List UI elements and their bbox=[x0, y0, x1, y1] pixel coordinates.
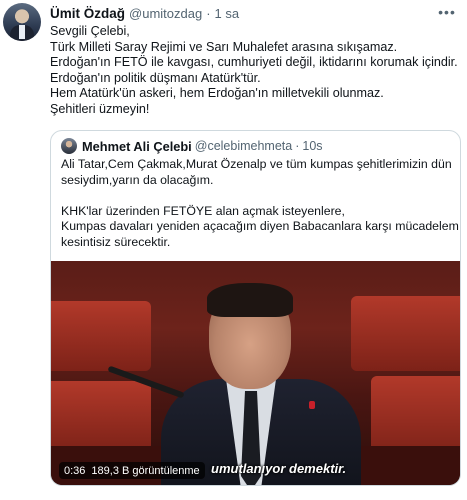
quote-line: sesiydim,yarın da olacağım. bbox=[61, 172, 214, 187]
tweet-line: Türk Milleti Saray Rejimi ve Sarı Muhale… bbox=[50, 39, 398, 54]
parliament-seat bbox=[51, 381, 151, 451]
quote-line bbox=[61, 188, 456, 204]
video-views: 189,3 B görüntülenme bbox=[91, 464, 200, 477]
tweet-line: Erdoğan'ın politik düşmanı Atatürk'tür. bbox=[50, 70, 261, 85]
video-subtitle: umutlanıyor demektir. bbox=[211, 461, 347, 476]
tweet[interactable]: Ümit Özdağ @umitozdag · 1 sa ••• Sevgili… bbox=[0, 0, 467, 500]
tweet-time[interactable]: 1 sa bbox=[215, 6, 240, 21]
quote-line: Ali Tatar,Cem Çakmak,Murat Özenalp ve tü… bbox=[61, 157, 452, 171]
quoted-tweet[interactable]: Mehmet Ali Çelebi @celebimehmeta · 10s A… bbox=[50, 130, 461, 486]
tweet-header: Ümit Özdağ @umitozdag · 1 sa bbox=[50, 4, 239, 22]
quote-avatar bbox=[61, 138, 77, 154]
tweet-line: Hem Atatürk'ün askeri, hem Erdoğan'ın mi… bbox=[50, 86, 384, 100]
parliament-seat bbox=[371, 376, 460, 456]
video-info-badge: 0:36 189,3 B görüntülenme bbox=[59, 462, 205, 479]
separator-dot: · bbox=[295, 139, 300, 153]
avatar[interactable] bbox=[3, 3, 41, 41]
avatar-shirt bbox=[19, 25, 25, 39]
author-handle[interactable]: @umitozdag bbox=[129, 6, 202, 21]
quote-author-handle: @celebimehmeta bbox=[194, 139, 293, 153]
quote-line: Kumpas davaları yeniden açacağım diyen B… bbox=[61, 219, 459, 233]
tweet-line: Sevgili Çelebi, bbox=[50, 24, 130, 38]
video-player[interactable]: 0:36 189,3 B görüntülenme umutlanıyor de… bbox=[51, 261, 460, 485]
separator-dot: · bbox=[206, 5, 211, 21]
tweet-line: Erdoğan'ın FETÖ ile kavgası, cumhuriyeti… bbox=[50, 55, 458, 69]
parliament-seat bbox=[51, 301, 151, 371]
speaker-hair bbox=[207, 283, 293, 317]
more-horizontal-icon[interactable]: ••• bbox=[437, 3, 457, 21]
author-name[interactable]: Ümit Özdağ bbox=[50, 6, 125, 21]
lapel-pin bbox=[309, 401, 315, 409]
parliament-seat bbox=[351, 296, 460, 371]
quote-text: Ali Tatar,Cem Çakmak,Murat Özenalp ve tü… bbox=[61, 157, 459, 250]
quote-header: Mehmet Ali Çelebi @celebimehmeta · 10s bbox=[61, 137, 323, 155]
quote-line: KHK'lar üzerinden FETÖYE alan açmak iste… bbox=[61, 203, 345, 218]
tweet-line: Şehitleri üzmeyin! bbox=[50, 101, 150, 116]
quote-line: kesintisiz sürecektir. bbox=[61, 234, 171, 249]
quote-time: 10s bbox=[302, 139, 323, 153]
video-duration: 0:36 bbox=[64, 464, 86, 477]
quote-author-name: Mehmet Ali Çelebi bbox=[82, 138, 192, 154]
tweet-text: Sevgili Çelebi, Türk Milleti Saray Rejim… bbox=[50, 24, 460, 117]
